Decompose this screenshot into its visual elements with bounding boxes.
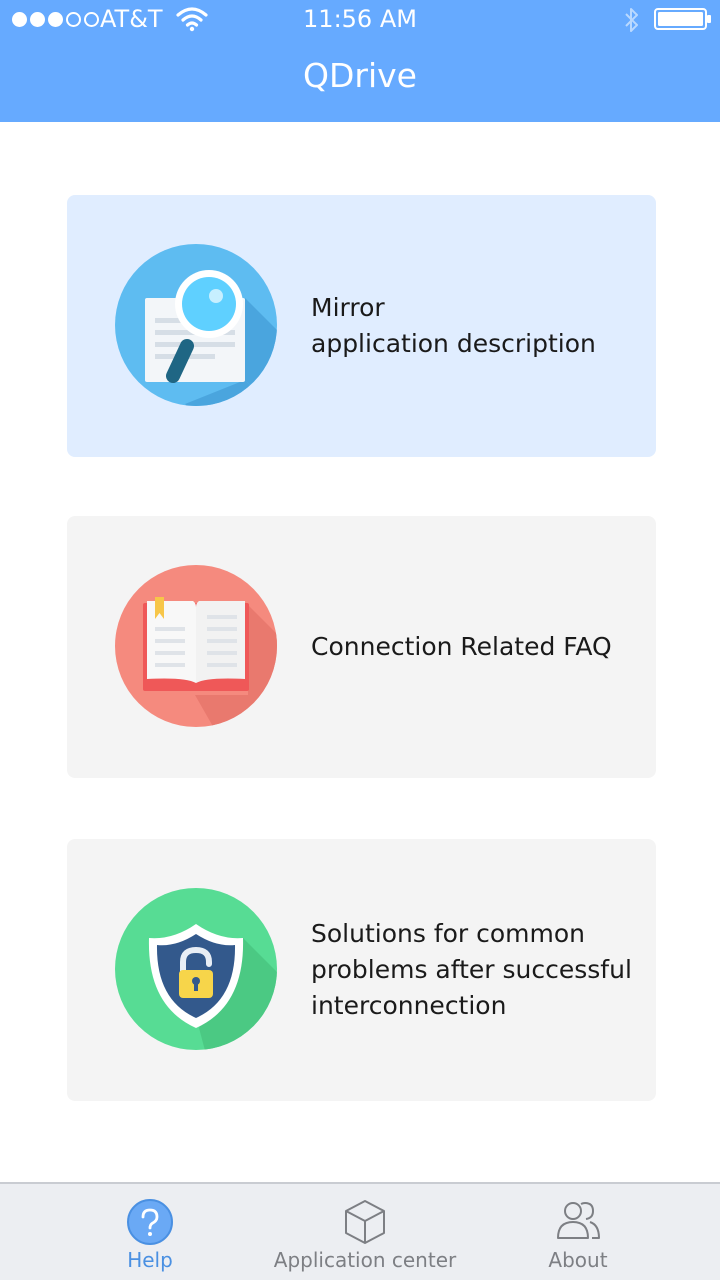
- magnifier-document-icon: [115, 244, 277, 406]
- status-time: 11:56 AM: [303, 5, 417, 33]
- card-label: Solutions for common problems after succ…: [311, 919, 632, 1020]
- card-label: Connection Related FAQ: [311, 632, 612, 661]
- tab-about[interactable]: About: [498, 1184, 658, 1280]
- tab-label: Help: [127, 1248, 173, 1272]
- box-icon: [345, 1200, 385, 1244]
- tab-application-center[interactable]: Application center: [255, 1184, 475, 1280]
- tab-label: About: [548, 1248, 608, 1272]
- solutions-card[interactable]: Solutions for common problems after succ…: [67, 839, 656, 1101]
- bluetooth-icon: [625, 8, 638, 32]
- mirror-description-card[interactable]: Mirror application description: [67, 195, 656, 457]
- users-icon: [557, 1201, 600, 1239]
- open-book-icon: [115, 565, 277, 727]
- tab-help[interactable]: Help: [60, 1184, 240, 1280]
- page-title: QDrive: [303, 56, 417, 95]
- card-label: Mirror application description: [311, 293, 596, 358]
- tab-label: Application center: [273, 1248, 457, 1272]
- battery-icon: [654, 8, 711, 30]
- bottom-tab-bar: Help Application center About: [0, 1182, 720, 1280]
- help-icon: [127, 1199, 173, 1245]
- shield-lock-icon: [115, 888, 277, 1050]
- app-header: AT&T 11:56 AM QDrive: [0, 0, 720, 122]
- status-bar: AT&T 11:56 AM: [0, 0, 720, 40]
- app-screen: AT&T 11:56 AM QDrive Mirror application …: [0, 0, 720, 1280]
- connection-faq-card[interactable]: Connection Related FAQ: [67, 516, 656, 778]
